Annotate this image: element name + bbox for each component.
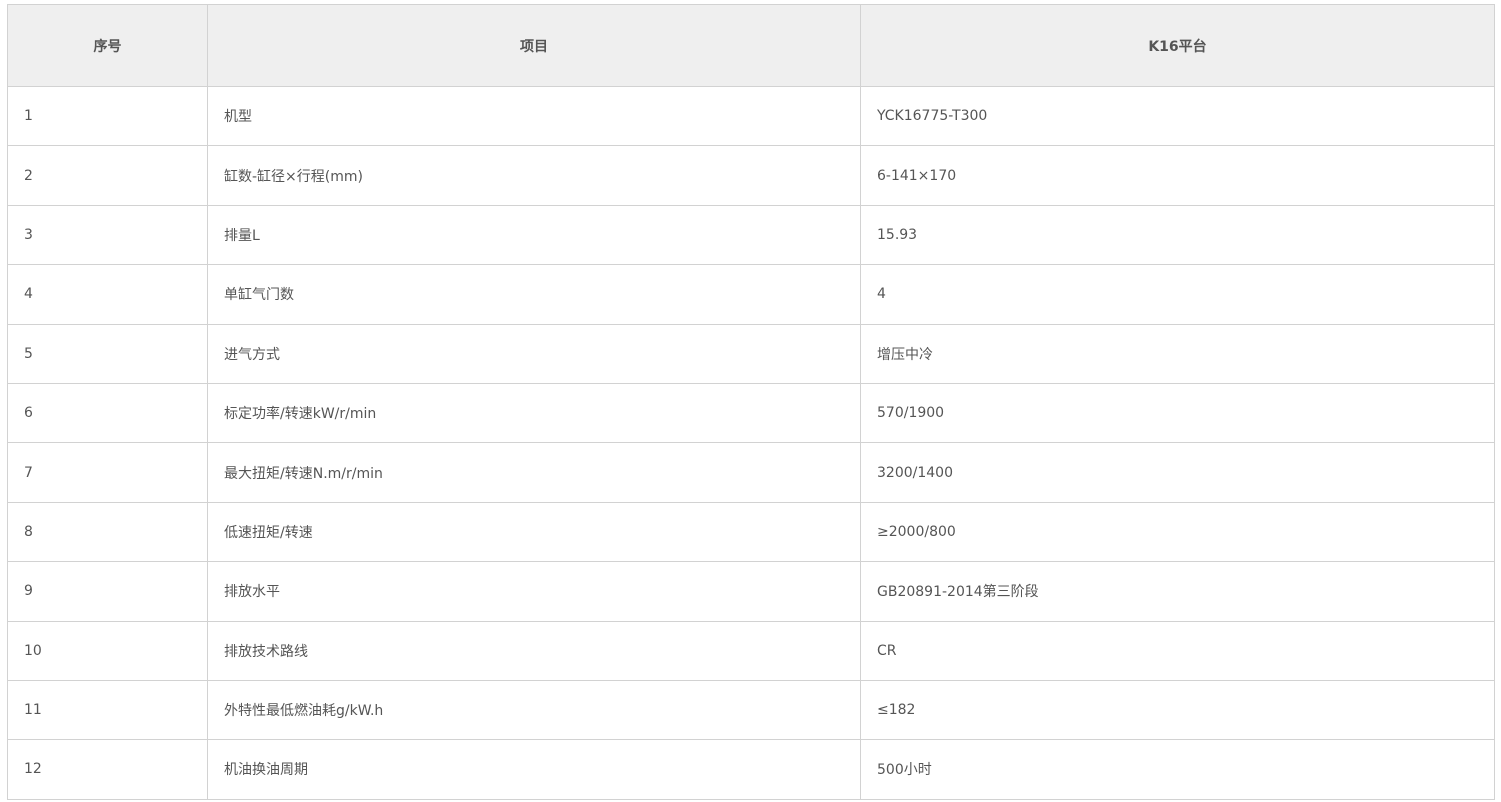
table-row: 8 低速扭矩/转速 ≥2000/800	[7, 501, 1495, 563]
cell-item: 低速扭矩/转速	[207, 501, 861, 563]
table-body: 1 机型 YCK16775-T300 2 缸数-缸径×行程(mm) 6-141×…	[7, 85, 1495, 800]
cell-index: 1	[7, 85, 208, 147]
cell-index: 5	[7, 323, 208, 384]
cell-item: 机油换油周期	[207, 739, 861, 800]
header-row: 序号 项目 K16平台	[7, 4, 1495, 87]
cell-index: 8	[7, 501, 208, 563]
cell-value: ≤182	[860, 679, 1495, 741]
cell-index: 3	[7, 204, 208, 266]
table-row: 6 标定功率/转速kW/r/min 570/1900	[7, 382, 1495, 444]
table-row: 11 外特性最低燃油耗g/kW.h ≤182	[7, 679, 1495, 741]
cell-index: 12	[7, 739, 208, 800]
table-row: 1 机型 YCK16775-T300	[7, 85, 1495, 147]
table-row: 5 进气方式 增压中冷	[7, 323, 1495, 384]
cell-item: 进气方式	[207, 323, 861, 384]
cell-value: 500小时	[860, 739, 1495, 800]
cell-index: 11	[7, 679, 208, 741]
cell-value: 4	[860, 264, 1495, 325]
cell-value: 增压中冷	[860, 323, 1495, 384]
cell-value: 3200/1400	[860, 442, 1495, 503]
cell-index: 9	[7, 561, 208, 622]
cell-item: 单缸气门数	[207, 264, 861, 325]
header-index: 序号	[7, 4, 208, 87]
header-platform: K16平台	[860, 4, 1495, 87]
cell-item: 排放水平	[207, 561, 861, 622]
cell-index: 7	[7, 442, 208, 503]
cell-item: 缸数-缸径×行程(mm)	[207, 145, 861, 206]
table-row: 9 排放水平 GB20891-2014第三阶段	[7, 561, 1495, 622]
table-row: 7 最大扭矩/转速N.m/r/min 3200/1400	[7, 442, 1495, 503]
cell-index: 2	[7, 145, 208, 206]
cell-value: 570/1900	[860, 382, 1495, 444]
cell-value: ≥2000/800	[860, 501, 1495, 563]
table-row: 2 缸数-缸径×行程(mm) 6-141×170	[7, 145, 1495, 206]
cell-index: 4	[7, 264, 208, 325]
table-row: 4 单缸气门数 4	[7, 264, 1495, 325]
cell-index: 6	[7, 382, 208, 444]
cell-value: 6-141×170	[860, 145, 1495, 206]
cell-item: 标定功率/转速kW/r/min	[207, 382, 861, 444]
table-row: 12 机油换油周期 500小时	[7, 739, 1495, 800]
cell-value: 15.93	[860, 204, 1495, 266]
cell-index: 10	[7, 620, 208, 681]
table-row: 3 排量L 15.93	[7, 204, 1495, 266]
table-row: 10 排放技术路线 CR	[7, 620, 1495, 681]
cell-item: 外特性最低燃油耗g/kW.h	[207, 679, 861, 741]
cell-value: GB20891-2014第三阶段	[860, 561, 1495, 622]
cell-item: 最大扭矩/转速N.m/r/min	[207, 442, 861, 503]
cell-value: CR	[860, 620, 1495, 681]
cell-item: 排量L	[207, 204, 861, 266]
cell-item: 机型	[207, 85, 861, 147]
cell-value: YCK16775-T300	[860, 85, 1495, 147]
table-header: 序号 项目 K16平台	[7, 4, 1495, 87]
header-item: 项目	[207, 4, 861, 87]
spec-table: 序号 项目 K16平台 1 机型 YCK16775-T300 2 缸数-缸径×行…	[7, 4, 1495, 800]
cell-item: 排放技术路线	[207, 620, 861, 681]
